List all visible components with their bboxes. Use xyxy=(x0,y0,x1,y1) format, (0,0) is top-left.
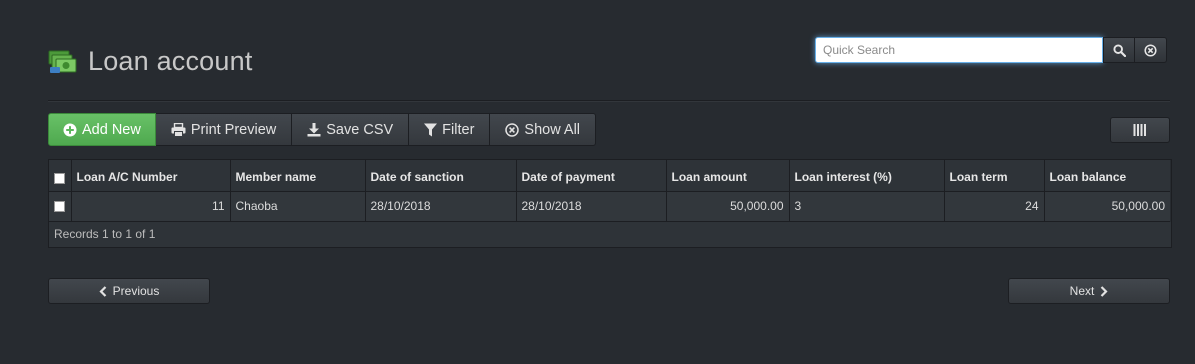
close-circle-icon xyxy=(1144,43,1157,57)
next-button[interactable]: Next xyxy=(1008,278,1170,304)
table-cell: 50,000.00 xyxy=(1044,191,1170,222)
previous-button[interactable]: Previous xyxy=(48,278,210,304)
row-checkbox[interactable] xyxy=(54,201,65,213)
column-header[interactable]: Loan interest (%) xyxy=(789,160,945,192)
table-cell: 24 xyxy=(944,191,1045,222)
table-cell: 50,000.00 xyxy=(666,191,790,222)
search-icon xyxy=(1112,43,1126,57)
print-preview-button[interactable]: Print Preview xyxy=(155,113,293,146)
plus-circle-icon xyxy=(63,123,77,136)
select-all-cell xyxy=(49,160,72,192)
filter-icon xyxy=(424,123,438,136)
page-header: Loan account xyxy=(48,46,253,77)
print-preview-label: Print Preview xyxy=(190,121,277,138)
column-header[interactable]: Member name xyxy=(230,160,366,192)
search-input[interactable] xyxy=(815,37,1103,63)
clear-search-button[interactable] xyxy=(1135,37,1167,63)
add-new-button[interactable]: Add New xyxy=(48,113,156,146)
select-all-checkbox[interactable] xyxy=(54,172,65,184)
table-cell: 11 xyxy=(71,191,231,222)
quick-search xyxy=(815,37,1167,63)
table-cell: Chaoba xyxy=(230,191,366,222)
show-all-button[interactable]: Show All xyxy=(490,113,597,146)
close-circle-icon xyxy=(505,122,520,137)
toolbar: Add New Print Preview Save CSV Filter Sh… xyxy=(48,113,597,146)
column-header[interactable]: Loan amount xyxy=(666,160,790,192)
column-chooser-button[interactable] xyxy=(1110,117,1170,143)
previous-label: Previous xyxy=(112,284,160,298)
columns-icon xyxy=(1133,124,1146,136)
search-button[interactable] xyxy=(1103,37,1135,63)
table-cell: 3 xyxy=(789,191,945,222)
save-csv-label: Save CSV xyxy=(326,121,394,138)
page: Loan account Add New xyxy=(0,0,1195,364)
show-all-label: Show All xyxy=(524,121,581,138)
filter-button[interactable]: Filter xyxy=(409,113,491,146)
chevron-right-icon xyxy=(1101,285,1108,297)
next-label: Next xyxy=(1069,284,1095,298)
loan-table: Loan A/C Number Member name Date of sanc… xyxy=(48,159,1172,248)
chevron-left-icon xyxy=(99,285,106,297)
column-header[interactable]: Loan balance xyxy=(1044,160,1170,192)
column-header[interactable]: Date of sanction xyxy=(365,160,517,192)
table-cell: 28/10/2018 xyxy=(516,191,667,222)
filter-label: Filter xyxy=(442,121,475,138)
header-divider xyxy=(48,100,1170,102)
records-count: Records 1 to 1 of 1 xyxy=(49,221,1171,247)
column-header[interactable]: Loan term xyxy=(944,160,1045,192)
download-icon xyxy=(307,122,321,136)
save-csv-button[interactable]: Save CSV xyxy=(292,113,410,146)
print-icon xyxy=(171,122,186,137)
add-new-label: Add New xyxy=(82,121,141,138)
table-row[interactable]: 11 Chaoba 28/10/2018 28/10/2018 50,000.0… xyxy=(49,191,1170,222)
column-header[interactable]: Loan A/C Number xyxy=(71,160,231,192)
page-title: Loan account xyxy=(88,46,253,76)
table-cell: 28/10/2018 xyxy=(365,191,517,222)
column-header[interactable]: Date of payment xyxy=(516,160,667,192)
money-icon xyxy=(48,50,77,73)
table-header-row: Loan A/C Number Member name Date of sanc… xyxy=(49,160,1170,192)
row-select-cell xyxy=(49,191,72,222)
